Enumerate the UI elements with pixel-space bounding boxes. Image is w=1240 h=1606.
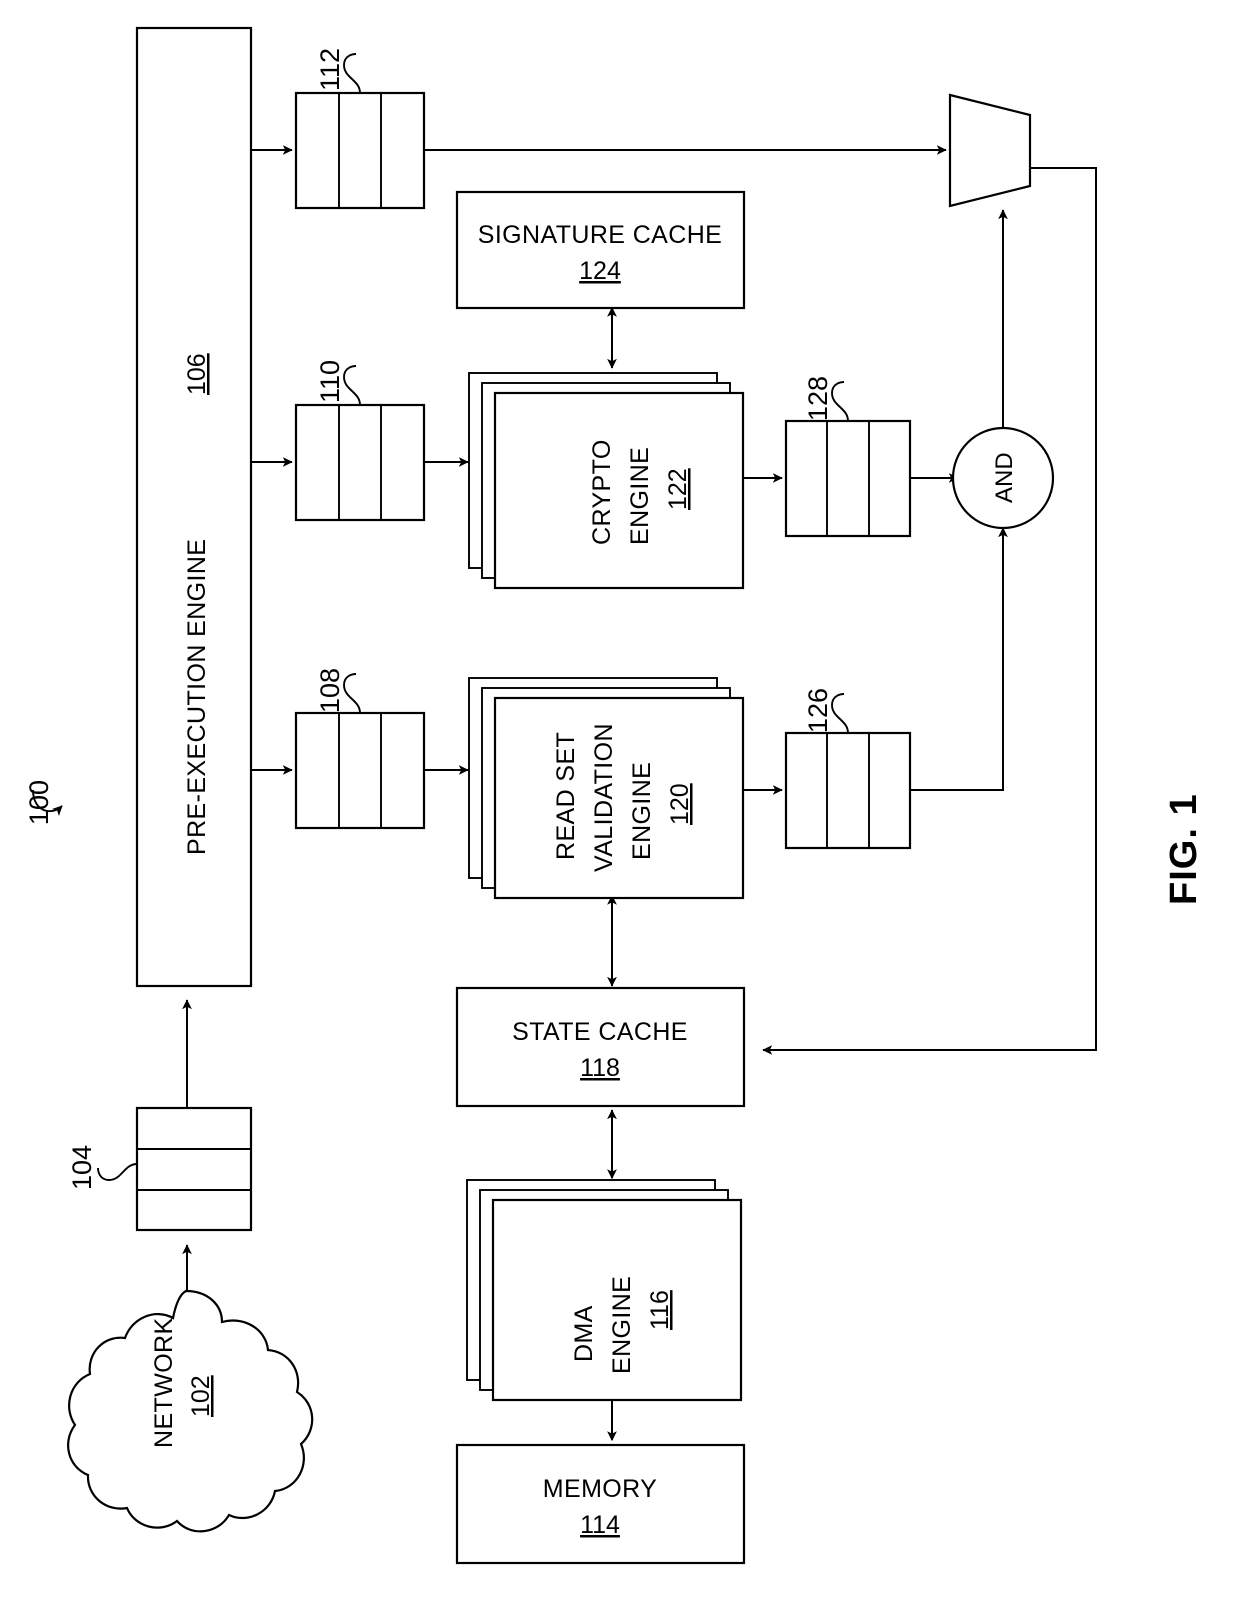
nic-queue-ref: 104 bbox=[67, 1145, 97, 1190]
read-set-validation-engine-label-line-1: READ SET bbox=[552, 732, 580, 860]
block-state-cache[interactable]: STATE CACHE 118 bbox=[455, 986, 746, 1108]
block-signature-cache[interactable]: SIGNATURE CACHE 124 bbox=[455, 190, 746, 310]
queue-110-ref: 110 bbox=[315, 360, 345, 403]
block-memory[interactable]: MEMORY 114 bbox=[455, 1443, 746, 1565]
dma-engine-ref: 116 bbox=[646, 1290, 674, 1330]
memory-ref: 114 bbox=[580, 1511, 620, 1539]
memory-label: MEMORY bbox=[543, 1475, 657, 1503]
connector-queue-126-to-and-gate bbox=[910, 527, 1008, 791]
dma-engine-label-line-1: DMA bbox=[570, 1305, 598, 1362]
network-ref: 102 bbox=[187, 1375, 215, 1417]
block-crypto-engine[interactable]: CRYPTO ENGINE 122 bbox=[468, 372, 745, 590]
dma-engine-label-line-2: ENGINE bbox=[608, 1276, 636, 1374]
block-nic-queue-104[interactable]: 104 bbox=[67, 1106, 253, 1232]
signature-cache-label: SIGNATURE CACHE bbox=[478, 221, 722, 249]
queue-128-ref: 128 bbox=[803, 376, 833, 421]
system-reference-100: 100 bbox=[24, 780, 63, 825]
block-dma-engine[interactable]: DMA ENGINE 116 bbox=[466, 1179, 743, 1402]
pre-execution-engine-ref: 106 bbox=[183, 353, 211, 395]
block-pre-execution-engine[interactable]: PRE-EXECUTION ENGINE 106 bbox=[135, 26, 253, 988]
block-queue-112[interactable]: 112 bbox=[294, 48, 426, 210]
system-ref-label: 100 bbox=[24, 780, 54, 825]
read-set-validation-engine-label-line-3: ENGINE bbox=[628, 762, 656, 860]
patent-figure-1: NETWORK 102 104 PRE-EXECUTION ENGINE 106… bbox=[0, 0, 1240, 1606]
block-queue-126[interactable]: 126 bbox=[784, 688, 912, 850]
signature-cache-ref: 124 bbox=[579, 257, 621, 285]
state-cache-label: STATE CACHE bbox=[512, 1018, 688, 1046]
and-gate-label: AND bbox=[991, 452, 1018, 503]
queue-126-ref: 126 bbox=[803, 688, 833, 733]
block-mux[interactable] bbox=[948, 93, 1032, 208]
connector-mux-to-state-cache bbox=[762, 167, 1097, 1055]
read-set-validation-engine-label-line-2: VALIDATION bbox=[590, 723, 618, 872]
block-read-set-validation-engine[interactable]: READ SET VALIDATION ENGINE 120 bbox=[468, 677, 745, 900]
queue-112-ref: 112 bbox=[315, 48, 345, 91]
figure-label-text: FIG. 1 bbox=[1163, 793, 1205, 905]
block-and-gate[interactable]: AND bbox=[951, 426, 1055, 530]
crypto-engine-label-line-1: CRYPTO bbox=[588, 439, 616, 545]
block-network[interactable]: NETWORK 102 bbox=[67, 1289, 314, 1533]
crypto-engine-label-line-2: ENGINE bbox=[626, 447, 654, 545]
block-queue-128[interactable]: 128 bbox=[784, 376, 912, 538]
queue-108-ref: 108 bbox=[315, 668, 345, 713]
diagram-canvas: NETWORK 102 104 PRE-EXECUTION ENGINE 106… bbox=[24, 26, 1205, 1565]
figure-label: FIG. 1 bbox=[1163, 793, 1205, 905]
crypto-engine-ref: 122 bbox=[664, 468, 692, 510]
state-cache-ref: 118 bbox=[580, 1054, 620, 1082]
block-queue-108[interactable]: 108 bbox=[294, 668, 426, 830]
read-set-validation-engine-ref: 120 bbox=[666, 783, 694, 825]
pre-execution-engine-label: PRE-EXECUTION ENGINE bbox=[183, 539, 211, 855]
network-label: NETWORK bbox=[150, 1317, 178, 1448]
block-queue-110[interactable]: 110 bbox=[294, 360, 426, 522]
